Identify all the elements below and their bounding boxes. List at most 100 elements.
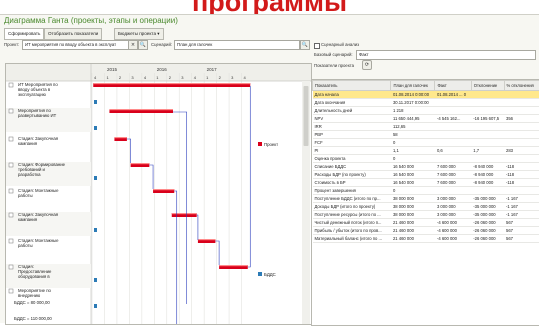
task-label: работы xyxy=(18,243,33,248)
base-scenario-label: Базовый сценарий: xyxy=(314,52,353,57)
table-cell: Расходы БДР (по проекту) xyxy=(313,171,391,179)
indicators-table-panel: ПоказательПлан для галочекФактОтклонение… xyxy=(311,79,539,326)
table-row[interactable]: Материальный баланс (итого по ...21 460 … xyxy=(313,235,539,243)
table-cell: 58 xyxy=(391,131,435,139)
expand-icon xyxy=(9,189,13,193)
table-cell xyxy=(471,99,504,107)
table-cell: 3 000 000 xyxy=(435,203,471,211)
table-row[interactable]: Расходы БДР (по проекту)16 540 0007 600 … xyxy=(313,171,539,179)
expand-icon xyxy=(9,137,13,141)
table-cell xyxy=(471,91,504,99)
table-cell: -26 060 000 xyxy=(471,227,504,235)
table-row[interactable]: Списание БДДС16 540 0007 600 000-8 940 0… xyxy=(313,163,539,171)
expand-icon xyxy=(9,213,13,217)
table-row[interactable]: Доходы БДР (итого по проекту)38 000 0003… xyxy=(313,203,539,211)
table-row[interactable]: FCF0 xyxy=(313,139,539,147)
budget-marker xyxy=(94,304,97,308)
table-row[interactable]: Дата начала01.08.2014 0:00:0001.08.2014 … xyxy=(313,91,539,99)
table-row[interactable]: Чистый денежный поток (итого п...21 460 … xyxy=(313,219,539,227)
expand-icon xyxy=(9,109,13,113)
table-cell: 38 000 000 xyxy=(391,203,435,211)
table-cell: 21 460 000 xyxy=(391,219,435,227)
project-budgets-menu[interactable]: Бюджеты проекта ▾ xyxy=(114,28,164,40)
gantt-bar-highlight xyxy=(93,83,250,84)
generate-button[interactable]: Сформировать xyxy=(4,28,44,40)
clear-icon[interactable]: × xyxy=(128,40,138,50)
table-cell xyxy=(504,187,539,195)
table-row[interactable]: Дата окончания30.11.2017 0:00:00 xyxy=(313,99,539,107)
column-header[interactable]: Показатель xyxy=(313,81,391,91)
table-cell: -1 167 xyxy=(504,195,539,203)
task-label: оборудования в xyxy=(18,274,50,279)
project-field[interactable]: ИТ мероприятия по вводу объекта в эксплу… xyxy=(22,40,129,50)
scenario-analysis-label: Сценарный анализ xyxy=(321,42,359,47)
table-row[interactable]: Оценка проекта0 xyxy=(313,155,539,163)
table-row[interactable]: Процент завершения0 xyxy=(313,187,539,195)
table-cell: 7 600 000 xyxy=(435,163,471,171)
table-cell: 0 xyxy=(391,155,435,163)
table-cell xyxy=(471,107,504,115)
dependency-line xyxy=(248,86,250,267)
table-row[interactable]: PBP58 xyxy=(313,131,539,139)
refresh-icon[interactable]: ⟳ xyxy=(362,60,372,70)
show-indicators-button[interactable]: Отобразить показатели xyxy=(44,28,102,40)
table-cell xyxy=(471,139,504,147)
column-header[interactable]: Факт xyxy=(435,81,471,91)
table-cell: 112,65 xyxy=(391,123,435,131)
gantt-chart: 2015201620174123412341234ИТ Мероприятия … xyxy=(5,63,312,325)
table-row[interactable]: IRR112,65 xyxy=(313,123,539,131)
table-cell: Доходы БДР (итого по проекту) xyxy=(313,203,391,211)
table-row[interactable]: NPV11 650 444,95-4 545 162...-16 195 607… xyxy=(313,115,539,123)
gantt-bar-highlight xyxy=(198,239,215,240)
scenario-label: Сценарий: xyxy=(151,42,172,47)
table-row[interactable]: Длительность дней1 218 xyxy=(313,107,539,115)
search-icon[interactable]: 🔍 xyxy=(138,40,148,50)
expand-icon xyxy=(9,265,13,269)
table-row[interactable]: Поступление БДДС (итого по пр...38 000 0… xyxy=(313,195,539,203)
legend-swatch xyxy=(258,142,262,146)
table-cell: 11 650 444,95 xyxy=(391,115,435,123)
scenario-analysis-checkbox[interactable] xyxy=(314,43,320,49)
gantt-bar-highlight xyxy=(109,109,173,110)
task-label: разработка xyxy=(18,172,41,177)
table-cell xyxy=(504,99,539,107)
column-header[interactable]: % отклонения xyxy=(504,81,539,91)
gantt-canvas: 2015201620174123412341234ИТ Мероприятия … xyxy=(6,64,311,324)
table-cell xyxy=(504,131,539,139)
table-cell: 3 000 000 xyxy=(435,211,471,219)
task-label: внедрению xyxy=(18,293,41,298)
table-row[interactable]: Поступление ресурсы (итого по ...38 000 … xyxy=(313,211,539,219)
legend-swatch xyxy=(258,272,262,276)
scrollbar-thumb xyxy=(304,86,309,146)
table-cell xyxy=(435,123,471,131)
table-cell: -8 940 000 xyxy=(471,179,504,187)
year-label: 2017 xyxy=(207,67,218,72)
table-row[interactable]: Прибыль / убыток (итого по пров...21 460… xyxy=(313,227,539,235)
window-title: Диаграмма Ганта (проекты, этапы и операц… xyxy=(4,16,178,25)
table-row[interactable]: Стоимость в БР16 540 0007 600 000-8 940 … xyxy=(313,179,539,187)
table-cell: -118 xyxy=(504,163,539,171)
table-cell: 38 000 000 xyxy=(391,195,435,203)
base-scenario-field[interactable]: Факт xyxy=(356,50,536,60)
table-cell: 0,6 xyxy=(435,147,471,155)
task-label: кампания xyxy=(18,217,38,222)
table-cell: 1 218 xyxy=(391,107,435,115)
table-cell: 01.08.2014 0:00:00 xyxy=(391,91,435,99)
table-cell xyxy=(435,139,471,147)
table-row[interactable]: PI1,10,61,7283 xyxy=(313,147,539,155)
table-cell: Дата окончания xyxy=(313,99,391,107)
search-icon[interactable]: 🔍 xyxy=(300,40,310,50)
table-cell xyxy=(435,187,471,195)
column-header[interactable]: Отклонение xyxy=(471,81,504,91)
expand-icon xyxy=(9,83,13,87)
table-cell: -118 xyxy=(504,171,539,179)
scenario-field[interactable]: План для галочек xyxy=(174,40,300,50)
column-header[interactable]: План для галочек xyxy=(391,81,435,91)
table-cell: Длительность дней xyxy=(313,107,391,115)
dependency-line xyxy=(197,215,198,240)
table-cell: 21 460 000 xyxy=(391,235,435,243)
table-cell: 7 600 000 xyxy=(435,179,471,187)
table-cell: Материальный баланс (итого по ... xyxy=(313,235,391,243)
dependency-line xyxy=(173,112,187,304)
table-cell: PI xyxy=(313,147,391,155)
